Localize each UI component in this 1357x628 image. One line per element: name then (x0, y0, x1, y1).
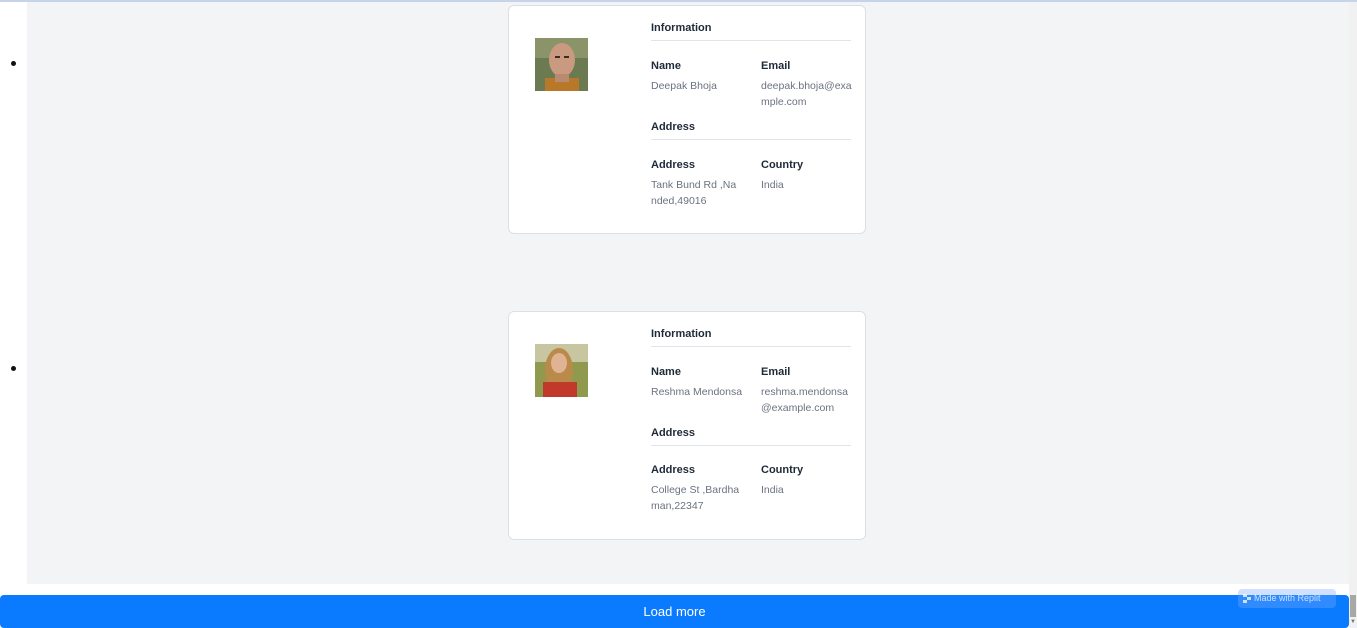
address-value: College St ,Bardhaman,22347 (651, 484, 740, 512)
scrollbar[interactable] (1349, 2, 1357, 628)
country-value: India (761, 484, 784, 496)
email-value: deepak.bhoja@example.com (761, 80, 852, 108)
scroll-down-arrow-icon[interactable]: ▼ (1350, 619, 1356, 626)
section-title-information: Information (651, 328, 851, 347)
address-label: Address (651, 159, 696, 171)
country-label: Country (761, 159, 804, 171)
name-value: Reshma Mendonsa (651, 386, 743, 398)
user-avatar (535, 344, 588, 397)
email-label: Email (761, 366, 791, 378)
replit-badge-label: Made with Replit (1254, 593, 1321, 603)
user-card: Information Name Deepak Bhoja Email deep… (508, 5, 866, 234)
name-label: Name (651, 366, 681, 378)
replit-logo-icon (1243, 594, 1251, 603)
user-card: Information Name Reshma Mendonsa Email r… (508, 311, 866, 540)
country-value: India (761, 179, 784, 191)
name-label: Name (651, 60, 681, 72)
list-bullet (11, 366, 16, 371)
load-more-button[interactable]: Load more (0, 595, 1349, 628)
replit-badge[interactable]: Made with Replit (1238, 589, 1336, 608)
list-bullet (11, 61, 16, 66)
address-label: Address (651, 464, 696, 476)
country-label: Country (761, 464, 804, 476)
scrollbar-thumb[interactable] (1350, 595, 1356, 617)
section-title-address: Address (651, 427, 851, 446)
address-value: Tank Bund Rd ,Nanded,49016 (651, 179, 737, 207)
section-title-information: Information (651, 22, 851, 41)
email-value: reshma.mendonsa@example.com (761, 386, 848, 414)
name-value: Deepak Bhoja (651, 80, 717, 92)
section-title-address: Address (651, 121, 851, 140)
email-label: Email (761, 60, 791, 72)
user-avatar (535, 38, 588, 91)
